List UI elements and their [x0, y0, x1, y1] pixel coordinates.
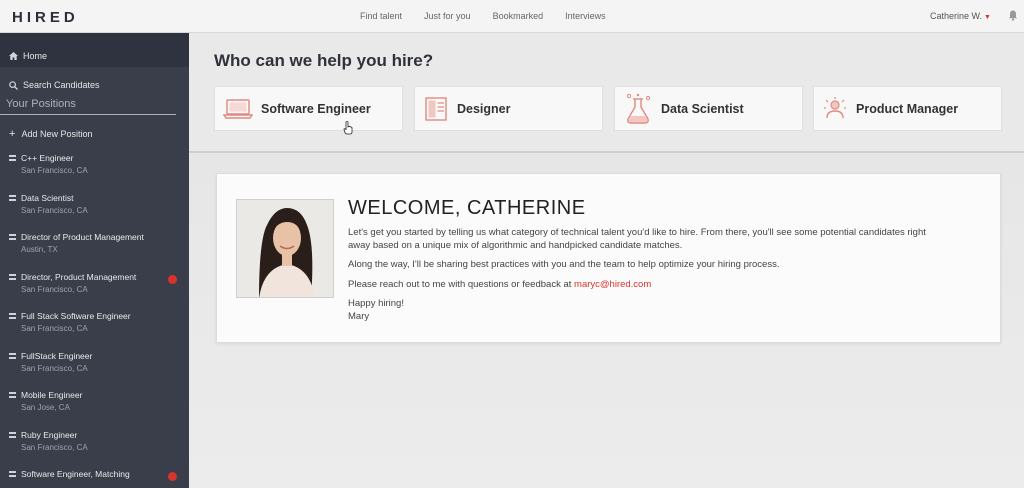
hire-category-panel: Who can we help you hire? Software Engin…	[189, 33, 1024, 153]
positions-list: C++ Engineer San Francisco, CA Data Scie…	[0, 147, 189, 488]
position-item[interactable]: Ruby Engineer San Francisco, CA	[0, 424, 189, 464]
position-item[interactable]: Director of Product Management Austin, T…	[0, 226, 189, 266]
home-icon	[9, 52, 18, 60]
welcome-paragraph: Let's get you started by telling us what…	[348, 227, 926, 251]
sidebar-home[interactable]: Home	[0, 33, 189, 67]
position-item[interactable]: Full Stack Software Engineer San Francis…	[0, 305, 189, 345]
position-item[interactable]: Mobile Engineer San Jose, CA	[0, 384, 189, 424]
category-product-manager[interactable]: Product Manager	[813, 86, 1002, 131]
nav-bookmarked[interactable]: Bookmarked	[493, 11, 544, 21]
position-location: San Francisco, CA	[21, 324, 88, 333]
search-candidates-label: Search Candidates	[23, 80, 100, 90]
alert-dot	[168, 472, 177, 481]
alert-dot	[168, 274, 177, 284]
welcome-message: Let's get you started by telling us what…	[348, 227, 948, 323]
position-location: San Jose, CA	[21, 403, 70, 412]
category-label: Software Engineer	[261, 101, 371, 116]
signoff-line: Happy hiring!	[348, 298, 404, 309]
signoff-name: Mary	[348, 310, 370, 322]
hire-title: Who can we help you hire?	[214, 51, 434, 70]
list-icon	[9, 273, 16, 280]
welcome-contact: Please reach out to me with questions or…	[348, 279, 948, 292]
list-icon	[9, 471, 16, 477]
position-item[interactable]: Director, Product Management San Francis…	[0, 266, 189, 306]
plus-icon: +	[9, 127, 16, 140]
position-item[interactable]: Software Engineer, Matching	[0, 463, 189, 488]
main-nav: Find talent Just for you Bookmarked Inte…	[360, 11, 606, 21]
bell-icon[interactable]	[1008, 10, 1018, 21]
position-location: San Francisco, CA	[21, 205, 88, 215]
nav-interviews[interactable]: Interviews	[565, 11, 606, 21]
position-title: C++ Engineer	[21, 153, 74, 163]
recruiter-photo	[236, 199, 334, 298]
hand-cursor-icon	[343, 121, 353, 135]
product-manager-icon	[824, 96, 846, 118]
position-title: Data Scientist	[21, 192, 74, 203]
sidebar-home-label: Home	[23, 51, 48, 61]
category-software-engineer[interactable]: Software Engineer	[214, 86, 403, 131]
list-icon	[9, 194, 16, 201]
sidebar: Home Search Candidates Your Positions + …	[0, 33, 189, 488]
position-location: San Francisco, CA	[21, 363, 88, 373]
email-link[interactable]: maryc@hired.com	[574, 279, 651, 290]
designer-icon	[425, 96, 447, 121]
position-location: San Francisco, CA	[21, 284, 88, 294]
category-label: Designer	[457, 101, 511, 116]
list-icon	[9, 234, 16, 240]
search-icon	[9, 80, 18, 90]
category-label: Product Manager	[856, 101, 959, 116]
nav-just-for-you[interactable]: Just for you	[424, 11, 471, 21]
caret-down-icon: ▼	[984, 14, 991, 21]
category-data-scientist[interactable]: Data Scientist	[614, 86, 803, 131]
position-title: FullStack Engineer	[21, 350, 93, 361]
list-icon	[9, 313, 16, 319]
position-item[interactable]: Data Scientist San Francisco, CA	[0, 187, 189, 227]
position-title: Software Engineer, Matching	[21, 469, 130, 479]
top-nav-bar: HIRED Find talent Just for you Bookmarke…	[0, 0, 1024, 33]
position-location: San Francisco, CA	[21, 442, 88, 452]
position-title: Ruby Engineer	[21, 429, 78, 440]
list-icon	[9, 155, 16, 161]
user-menu[interactable]: Catherine W. ▼	[930, 11, 991, 21]
position-location: Austin, TX	[21, 245, 58, 254]
list-icon	[9, 431, 16, 438]
nav-find-talent[interactable]: Find talent	[360, 11, 402, 21]
position-location: San Francisco, CA	[21, 166, 88, 175]
hired-logo[interactable]: HIRED	[12, 9, 79, 26]
main-content: Who can we help you hire? Software Engin…	[189, 33, 1024, 488]
sidebar-search-candidates[interactable]: Search Candidates	[0, 67, 189, 90]
laptop-icon	[223, 98, 253, 119]
position-title: Mobile Engineer	[21, 390, 83, 400]
your-positions-heading: Your Positions	[0, 90, 176, 115]
list-icon	[9, 352, 16, 359]
position-title: Director, Product Management	[21, 271, 137, 282]
welcome-paragraph: Along the way, I'll be sharing best prac…	[348, 259, 780, 270]
position-title: Full Stack Software Engineer	[21, 311, 131, 321]
signoff: Happy hiring! Mary	[348, 298, 948, 323]
contact-text: Please reach out to me with questions or…	[348, 278, 575, 290]
position-title: Director of Product Management	[21, 232, 144, 242]
add-new-position-button[interactable]: + Add New Position	[0, 115, 189, 139]
flask-icon	[626, 93, 651, 124]
position-item[interactable]: FullStack Engineer San Francisco, CA	[0, 345, 189, 385]
user-name: Catherine W.	[930, 11, 983, 21]
add-new-position-label: Add New Position	[21, 129, 93, 139]
list-icon	[9, 392, 16, 398]
position-item[interactable]: C++ Engineer San Francisco, CA	[0, 147, 189, 187]
welcome-card: WELCOME, CATHERINE Let's get you started…	[216, 173, 1001, 343]
welcome-title: WELCOME, CATHERINE	[348, 197, 586, 219]
category-designer[interactable]: Designer	[414, 86, 603, 131]
category-label: Data Scientist	[661, 101, 744, 116]
